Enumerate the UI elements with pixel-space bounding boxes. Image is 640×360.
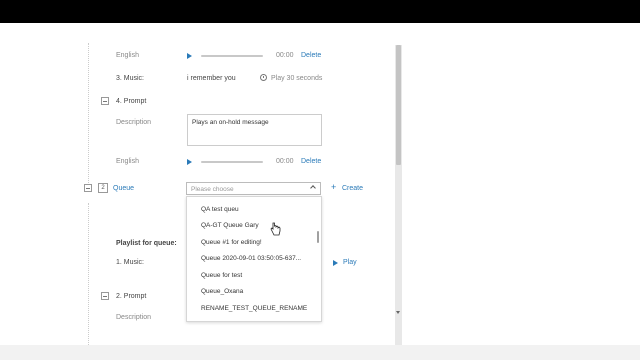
minus-toggle-icon[interactable] [101,97,109,105]
dropdown-option[interactable]: Queue #1 for editing! [201,239,262,246]
queue-select-placeholder: Please choose [191,186,234,193]
delete-link[interactable]: Delete [301,52,321,59]
prompt-2-label: 2. Prompt [116,293,147,300]
description-label: Description [116,119,152,126]
music-1-label: 1. Music: [116,259,145,266]
audio-progress-bar[interactable] [201,55,263,57]
chevron-up-icon [310,185,316,191]
play-icon[interactable] [187,159,192,165]
delete-link[interactable]: Delete [301,158,321,165]
music-3-label: 3. Music: [116,75,145,82]
play-duration: Play 30 seconds [271,75,323,82]
minus-toggle-icon[interactable] [84,184,92,192]
description-textarea[interactable]: Plays an on-hold message [187,114,322,146]
music-3-value: i remember you [187,75,236,82]
window-top-bar [0,0,640,23]
plus-icon[interactable]: + [331,183,336,192]
dropdown-option[interactable]: QA test queu [201,206,239,213]
dropdown-option[interactable]: Queue 2020-09-01 03:50:05-637... [201,255,301,262]
tree-line [88,43,89,183]
queue-select[interactable]: Please choose [186,182,321,195]
window-bottom-bar [0,345,640,360]
audio-time: 00:00 [276,158,294,165]
dropdown-option[interactable]: Queue_Oxana [201,288,243,295]
create-link[interactable]: Create [342,185,363,192]
dropdown-option[interactable]: Queue for test [201,272,242,279]
english-label: English [116,52,139,59]
page-scrollbar-thumb[interactable] [396,45,401,165]
play-icon[interactable] [333,260,338,266]
play-link[interactable]: Play [343,259,357,266]
cursor-hand-icon [270,222,281,236]
minus-toggle-icon[interactable] [101,292,109,300]
playlist-label: Playlist for queue: [116,240,177,247]
play-icon[interactable] [187,53,192,59]
queue-dropdown[interactable]: QA test queu QA-GT Queue Gary Queue #1 f… [186,196,322,322]
main-viewport: English 00:00 Delete 3. Music: i remembe… [0,23,640,345]
queue-label: Queue [113,185,135,192]
prompt-4-label: 4. Prompt [116,98,147,105]
dropdown-option[interactable]: RENAME_TEST_QUEUE_RENAME [201,305,307,312]
audio-time: 00:00 [276,52,294,59]
clock-icon [260,74,267,81]
tree-line [88,203,89,345]
english-label: English [116,158,139,165]
dropdown-option[interactable]: QA-GT Queue Gary [201,222,259,229]
audio-progress-bar[interactable] [201,161,263,163]
dropdown-scrollbar[interactable] [317,231,319,243]
step-number: 2 [98,183,108,193]
scroll-down-icon[interactable] [396,311,400,314]
description-label: Description [116,314,152,321]
